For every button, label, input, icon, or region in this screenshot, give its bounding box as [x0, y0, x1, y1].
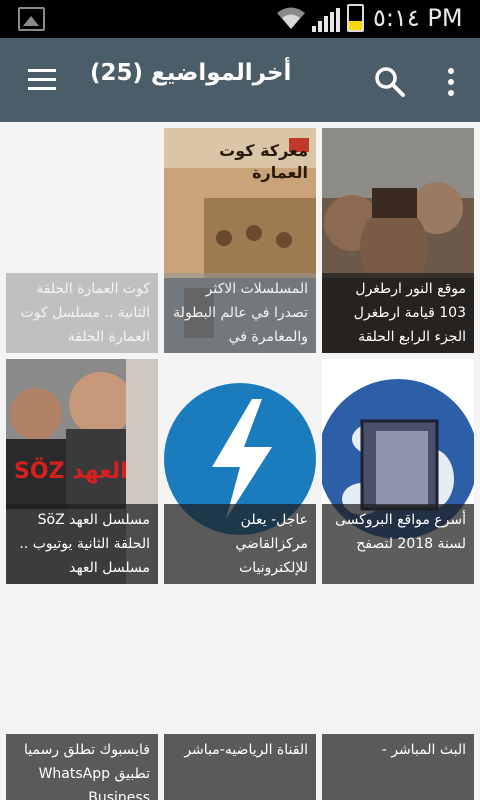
post-card[interactable]: معركة كوت العمارة المسلسلات الاكثر تصدرا… — [164, 128, 316, 353]
post-caption: عاجل- يعلن مركزالقاضي للإلكترونيات — [164, 504, 316, 584]
thumbnail-heading: معركة كوت العمارة — [219, 141, 308, 182]
post-caption: فايسبوك تطلق رسميا تطبيق WhatsApp Busine… — [6, 734, 158, 800]
gallery-icon — [18, 7, 45, 31]
page-title: أخرالمواضيع (25) — [90, 60, 292, 86]
post-card[interactable]: أسرع مواقع البروكسى لسنة 2018 لتصفح — [322, 359, 474, 584]
post-card[interactable]: عاجل- يعلن مركزالقاضي للإلكترونيات — [164, 359, 316, 584]
post-caption: القناة الرياضيه-مباشر — [164, 734, 316, 800]
wifi-icon — [277, 7, 305, 29]
post-caption: كوت العمارة الحلقة الثانية .. مسلسل كوت … — [6, 273, 158, 353]
signal-icon — [312, 8, 340, 32]
post-card[interactable]: فايسبوك تطلق رسميا تطبيق WhatsApp Busine… — [6, 590, 158, 800]
post-card[interactable]: SÖZ العهد مسلسل العهد SöZ الحلقة الثانية… — [6, 359, 158, 584]
post-card[interactable]: موقع النور ارطغرل 103 قيامة ارطغرل الجزء… — [322, 128, 474, 353]
thumbnail-heading: SÖZ العهد — [14, 459, 128, 484]
post-caption: البث المباشر - — [322, 734, 474, 800]
post-card[interactable]: البث المباشر - — [322, 590, 474, 800]
post-card[interactable]: القناة الرياضيه-مباشر — [164, 590, 316, 800]
search-icon[interactable] — [374, 66, 406, 98]
post-caption: المسلسلات الاكثر تصدرا في عالم البطولة و… — [164, 273, 316, 353]
menu-icon[interactable] — [28, 69, 56, 91]
post-card[interactable]: كوت العمارة الحلقة الثانية .. مسلسل كوت … — [6, 128, 158, 353]
battery-icon — [347, 4, 364, 32]
status-time: ٥:١٤ PM — [373, 4, 463, 32]
app-toolbar: أخرالمواضيع (25) — [0, 38, 480, 122]
post-caption: أسرع مواقع البروكسى لسنة 2018 لتصفح — [322, 504, 474, 584]
post-caption: موقع النور ارطغرل 103 قيامة ارطغرل الجزء… — [322, 273, 474, 353]
status-bar: ٥:١٤ PM — [0, 0, 480, 38]
more-icon[interactable] — [448, 68, 456, 96]
post-caption: مسلسل العهد SöZ الحلقة الثانية يوتيوب ..… — [6, 504, 158, 584]
